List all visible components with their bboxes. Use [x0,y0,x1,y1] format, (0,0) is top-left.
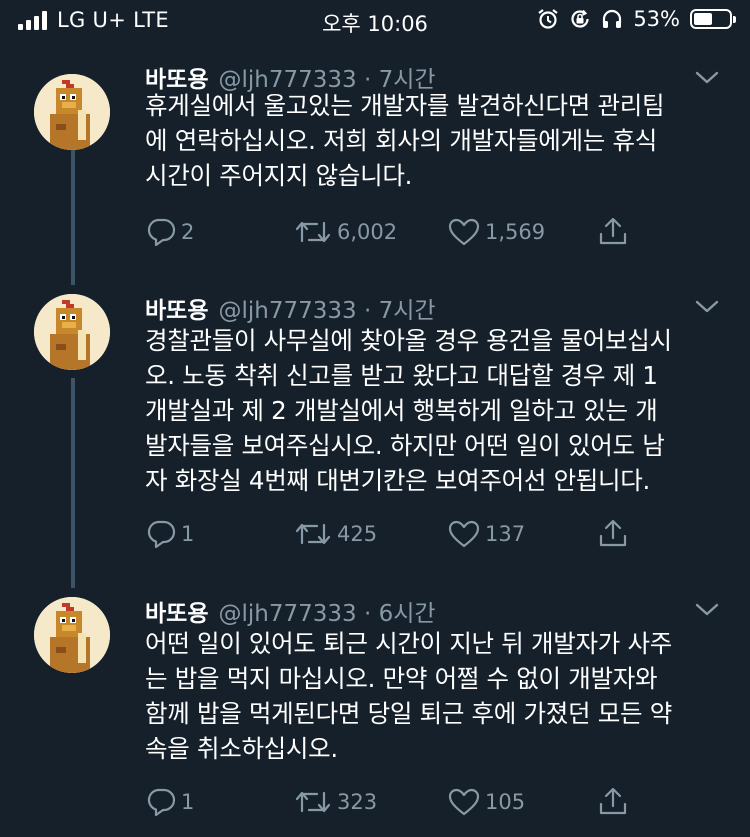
handle-and-time[interactable]: @ljh777333 · 6시간 [218,601,435,627]
retweet-button[interactable]: 6,002 [293,217,397,247]
share-icon [599,519,627,547]
retweet-icon [295,523,331,545]
avatar[interactable] [34,74,110,150]
chevron-down-icon[interactable] [694,602,720,618]
display-name[interactable]: 바또용 [145,298,208,324]
tweet-text: 어떤 일이 있어도 퇴근 시간이 지난 뒤 개발자가 사주 는 밥을 먹지 마십… [145,629,672,763]
retweet-icon [295,791,331,813]
retweet-icon [295,221,331,243]
heart-icon [448,788,480,816]
chevron-down-icon[interactable] [694,70,720,86]
reply-icon [147,788,176,817]
reply-count: 1 [181,790,195,814]
battery-icon [690,9,736,29]
thread-connector [71,378,75,588]
handle-and-time[interactable]: @ljh777333 · 7시간 [218,298,435,324]
tweet-actions: 1 425 137 [145,519,705,553]
tweet-actions: 1 323 105 [145,787,705,821]
heart-icon [448,218,480,246]
tweet-text: 경찰관들이 사무실에 찾아올 경우 용건을 물어보십시 오. 노동 착취 신고를… [145,326,672,495]
share-button[interactable] [597,519,629,549]
tweet-header: 바또용 @ljh777333 · 7시간 [145,291,436,325]
retweet-count: 323 [337,790,378,814]
heart-icon [448,520,480,548]
share-icon [599,787,627,815]
headphones-icon [603,9,622,28]
reply-icon [147,218,176,247]
share-icon [599,217,627,245]
like-button[interactable]: 1,569 [447,217,545,247]
reply-button[interactable]: 2 [145,217,194,247]
alarm-icon [538,9,558,29]
display-name[interactable]: 바또용 [145,601,208,627]
avatar[interactable] [34,294,110,370]
tweet-text: 휴게실에서 울고있는 개발자를 발견하신다면 관리팀 에 연락하십시오. 저희 … [145,91,665,190]
like-button[interactable]: 105 [447,787,525,817]
tweet-actions: 2 6,002 1,569 [145,217,705,251]
battery-percent: 53% [633,7,680,31]
share-button[interactable] [597,787,629,817]
retweet-button[interactable]: 425 [293,519,377,549]
rotation-lock-icon [571,9,589,28]
status-bar: LG U+ LTE 오후 10:06 53% [0,0,750,38]
like-count: 137 [485,522,526,546]
reply-count: 2 [181,220,195,244]
retweet-count: 6,002 [337,220,398,244]
like-button[interactable]: 137 [447,519,525,549]
like-count: 105 [485,790,526,814]
retweet-count: 425 [337,522,378,546]
reply-button[interactable]: 1 [145,519,194,549]
share-button[interactable] [597,217,629,247]
reply-button[interactable]: 1 [145,787,194,817]
battery-level [694,13,713,25]
like-count: 1,569 [485,220,546,244]
thread-connector [71,150,75,285]
chevron-down-icon[interactable] [694,299,720,315]
retweet-button[interactable]: 323 [293,787,377,817]
tweet-header: 바또용 @ljh777333 · 6시간 [145,594,436,628]
reply-icon [147,520,176,549]
reply-count: 1 [181,522,195,546]
avatar[interactable] [34,597,110,673]
